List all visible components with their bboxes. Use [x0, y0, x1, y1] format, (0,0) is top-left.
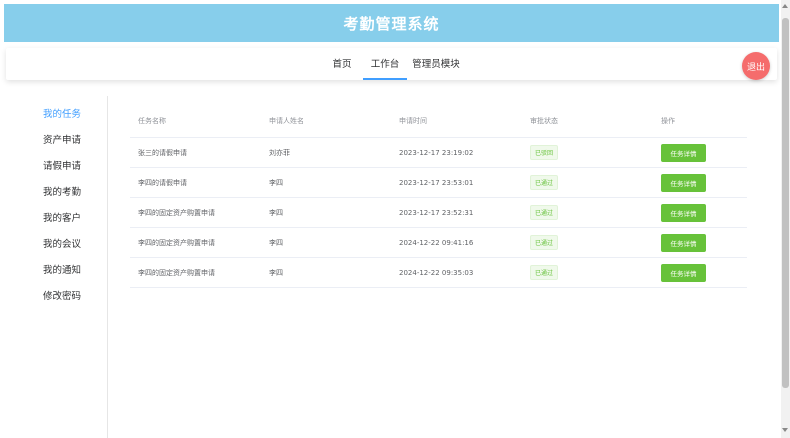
table-row: 李四的固定资产购置申请 李四 2024-12-22 09:35:03 已通过 任…	[130, 258, 747, 288]
table-row: 李四的固定资产购置申请 李四 2023-12-17 23:52:31 已通过 任…	[130, 198, 747, 228]
table-row: 张三的请假申请 刘亦菲 2023-12-17 23:19:02 已驳回 任务详情	[130, 138, 747, 168]
cell-applicant: 李四	[269, 238, 283, 247]
sidebar-item-leave-request[interactable]: 请假申请	[43, 158, 81, 172]
table-row: 李四的请假申请 李四 2023-12-17 23:53:01 已通过 任务详情	[130, 168, 747, 198]
table-row: 李四的固定资产购置申请 李四 2024-12-22 09:41:16 已通过 任…	[130, 228, 747, 258]
sidebar: 我的任务 资产申请 请假申请 我的考勤 我的客户 我的会议 我的通知 修改密码	[4, 96, 108, 438]
cell-apply-time: 2023-12-17 23:52:31	[399, 208, 474, 217]
header-apply-time: 申请时间	[399, 116, 427, 125]
task-detail-button[interactable]: 任务详情	[661, 233, 706, 252]
scroll-up-icon[interactable]	[782, 4, 788, 8]
sidebar-item-my-meetings[interactable]: 我的会议	[43, 236, 81, 250]
cell-task-name: 李四的固定资产购置申请	[138, 268, 215, 277]
sidebar-item-my-attendance[interactable]: 我的考勤	[43, 184, 81, 198]
app-header: 考勤管理系统	[4, 4, 779, 42]
cell-apply-time: 2024-12-22 09:41:16	[399, 238, 474, 247]
status-badge: 已通过	[530, 265, 559, 280]
sidebar-item-change-password[interactable]: 修改密码	[43, 288, 81, 302]
cell-applicant: 李四	[269, 208, 283, 217]
task-table: 任务名称 申请人姓名 申请时间 审批状态 操作 张三的请假申请 刘亦菲 2023…	[130, 104, 747, 288]
cell-applicant: 李四	[269, 268, 283, 277]
header-action: 操作	[661, 116, 675, 125]
cell-apply-time: 2023-12-17 23:53:01	[399, 178, 474, 187]
cell-apply-time: 2024-12-22 09:35:03	[399, 268, 474, 277]
status-badge: 已驳回	[530, 145, 559, 160]
scrollbar-thumb[interactable]	[782, 18, 789, 388]
sidebar-item-my-notices[interactable]: 我的通知	[43, 262, 81, 276]
tab-admin-module[interactable]: 管理员模块	[410, 48, 462, 80]
sidebar-item-my-tasks[interactable]: 我的任务	[43, 106, 81, 120]
status-badge: 已通过	[530, 235, 559, 250]
status-badge: 已通过	[530, 205, 559, 220]
logout-button[interactable]: 退出	[742, 52, 770, 80]
cell-applicant: 李四	[269, 178, 283, 187]
task-detail-button[interactable]: 任务详情	[661, 173, 706, 192]
cell-task-name: 李四的固定资产购置申请	[138, 238, 215, 247]
cell-task-name: 张三的请假申请	[138, 148, 187, 157]
app-title: 考勤管理系统	[343, 14, 440, 33]
cell-applicant: 刘亦菲	[269, 148, 290, 157]
task-detail-button[interactable]: 任务详情	[661, 203, 706, 222]
sidebar-item-my-customers[interactable]: 我的客户	[43, 210, 81, 224]
task-detail-button[interactable]: 任务详情	[661, 263, 706, 282]
cell-task-name: 李四的固定资产购置申请	[138, 208, 215, 217]
scroll-down-icon[interactable]	[782, 428, 788, 432]
cell-task-name: 李四的请假申请	[138, 178, 187, 187]
task-detail-button[interactable]: 任务详情	[661, 143, 706, 162]
header-applicant: 申请人姓名	[269, 116, 304, 125]
table-header: 任务名称 申请人姓名 申请时间 审批状态 操作	[130, 104, 747, 138]
sidebar-item-asset-request[interactable]: 资产申请	[43, 132, 81, 146]
page-scrollbar[interactable]	[781, 0, 790, 438]
tab-home[interactable]: 首页	[329, 48, 355, 80]
header-task-name: 任务名称	[138, 116, 166, 125]
top-nav: 首页 工作台 管理员模块	[6, 48, 777, 80]
header-status: 审批状态	[530, 116, 558, 125]
cell-apply-time: 2023-12-17 23:19:02	[399, 148, 474, 157]
tab-workbench[interactable]: 工作台	[363, 48, 407, 80]
status-badge: 已通过	[530, 175, 559, 190]
